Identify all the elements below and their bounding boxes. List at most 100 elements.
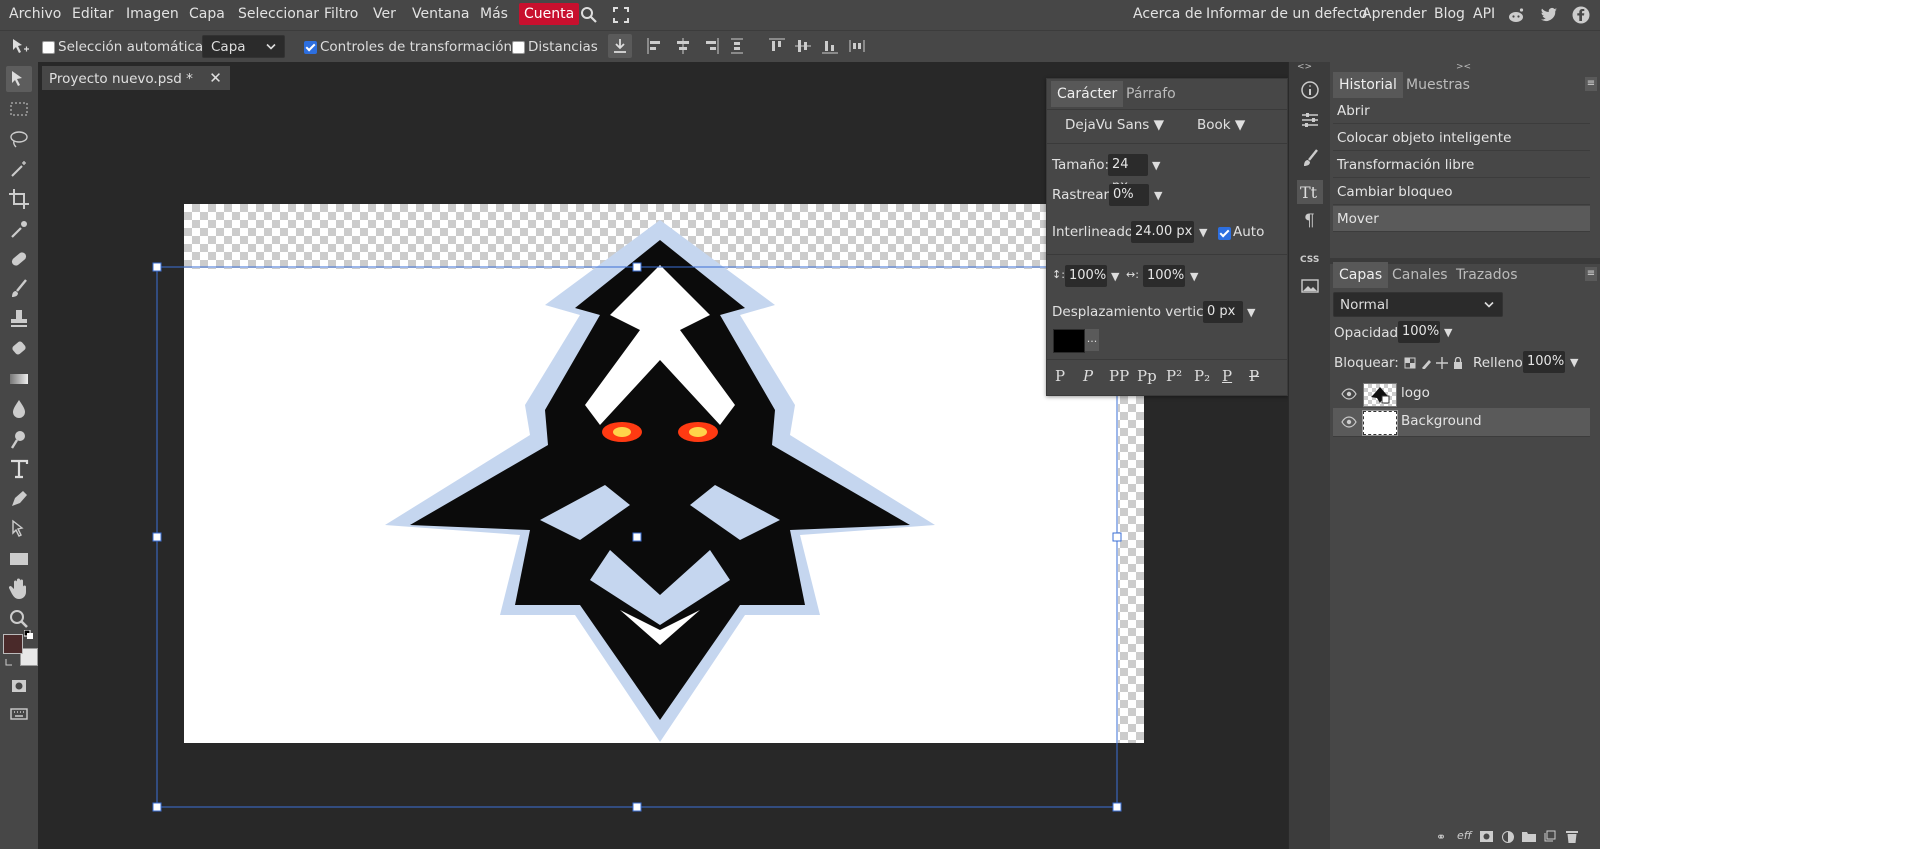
menu-ver[interactable]: Ver [373, 0, 396, 30]
close-icon[interactable]: ✕ [209, 69, 222, 87]
new-layer-icon[interactable] [1544, 830, 1556, 842]
facebook-icon[interactable] [1572, 6, 1590, 24]
layers-menu-icon[interactable]: ≡ [1585, 267, 1597, 281]
tracking-input[interactable]: 0% [1109, 184, 1149, 206]
auto-select-checkbox[interactable] [42, 41, 55, 54]
link-acerca-de[interactable]: Acerca de [1133, 0, 1202, 30]
opacity-input[interactable]: 100% [1398, 321, 1440, 343]
path-selection-tool-button[interactable] [6, 516, 32, 542]
paragraph-panel-button[interactable]: ¶ [1297, 208, 1323, 232]
horizontal-scale-input[interactable]: 100% [1143, 265, 1185, 287]
history-item[interactable]: Abrir [1333, 98, 1590, 124]
leading-dropdown-icon[interactable]: ▼ [1199, 226, 1207, 239]
distribute-horizontal-icon[interactable] [728, 37, 746, 55]
tab-muestras[interactable]: Muestras [1400, 72, 1476, 98]
keyboard-button[interactable] [6, 702, 32, 722]
magic-wand-tool-button[interactable] [6, 156, 32, 182]
tab-parrafo[interactable]: Párrafo [1120, 81, 1182, 107]
link-informar-defecto[interactable]: Informar de un defecto [1206, 0, 1367, 30]
new-folder-icon[interactable] [1522, 831, 1536, 842]
tracking-dropdown-icon[interactable]: ▼ [1154, 189, 1162, 202]
menu-ventana[interactable]: Ventana [412, 0, 470, 30]
blur-tool-button[interactable] [6, 396, 32, 422]
layer-effects-icon[interactable]: eff [1457, 829, 1472, 842]
transform-bounding-box[interactable] [150, 260, 1130, 820]
dodge-tool-button[interactable] [6, 426, 32, 452]
baseline-shift-input[interactable]: 0 px [1203, 301, 1243, 323]
reddit-icon[interactable] [1507, 6, 1525, 24]
strikethrough-button[interactable]: P [1249, 367, 1259, 385]
expand-panels-icon[interactable]: >< [1456, 62, 1471, 72]
css-panel-button[interactable]: CSS [1297, 246, 1323, 270]
superscript-button[interactable]: P² [1166, 367, 1182, 385]
menu-archivo[interactable]: Archivo [9, 0, 61, 30]
distances-checkbox[interactable] [512, 41, 525, 54]
subscript-button[interactable]: P₂ [1194, 367, 1210, 385]
link-layers-icon[interactable]: ⚭ [1436, 830, 1446, 844]
align-right-edges-icon[interactable] [702, 37, 720, 55]
clone-stamp-tool-button[interactable] [6, 306, 32, 332]
brush-tool-button[interactable] [6, 276, 32, 302]
small-caps-button[interactable]: Pp [1137, 367, 1157, 385]
fill-input[interactable]: 100% [1523, 351, 1565, 373]
align-horizontal-centers-icon[interactable] [674, 37, 692, 55]
leading-auto-checkbox[interactable] [1218, 227, 1231, 240]
twitter-icon[interactable] [1540, 6, 1558, 24]
auto-select-target-dropdown[interactable]: Capa [202, 35, 285, 58]
vertical-scale-input[interactable]: 100% [1065, 265, 1107, 287]
marquee-tool-button[interactable] [6, 96, 32, 122]
lock-transparency-icon[interactable] [1404, 357, 1416, 369]
healing-brush-tool-button[interactable] [6, 246, 32, 272]
leading-input[interactable]: 24.00 px [1131, 221, 1194, 243]
baseline-shift-dropdown-icon[interactable]: ▼ [1247, 306, 1255, 319]
align-left-edges-icon[interactable] [646, 37, 664, 55]
size-input[interactable]: 24 px [1108, 154, 1148, 194]
tab-trazados[interactable]: Trazados [1450, 262, 1524, 288]
align-top-edges-icon[interactable] [768, 37, 786, 55]
menu-editar[interactable]: Editar [72, 0, 113, 30]
lock-position-icon[interactable] [1436, 357, 1448, 369]
eye-icon[interactable] [1341, 388, 1357, 400]
lock-all-icon[interactable] [1452, 356, 1464, 369]
default-colors-icon[interactable] [4, 656, 14, 666]
document-tab[interactable]: Proyecto nuevo.psd * ✕ [42, 66, 230, 90]
menu-imagen[interactable]: Imagen [126, 0, 179, 30]
menu-capa[interactable]: Capa [189, 0, 225, 30]
hand-tool-button[interactable] [6, 576, 32, 602]
menu-mas[interactable]: Más [480, 0, 508, 30]
swap-colors-icon[interactable] [23, 628, 33, 639]
lasso-tool-button[interactable] [6, 126, 32, 152]
transform-controls-checkbox[interactable] [304, 41, 317, 54]
tab-capas[interactable]: Capas [1333, 262, 1389, 288]
eyedropper-tool-button[interactable] [6, 216, 32, 242]
trash-icon[interactable] [1566, 830, 1578, 843]
adjustments-panel-button[interactable] [1297, 108, 1323, 132]
font-family-dropdown[interactable]: DejaVu Sans ▼ [1065, 117, 1164, 133]
foreground-color-swatch[interactable] [3, 634, 23, 654]
pen-tool-button[interactable] [6, 486, 32, 512]
all-caps-button[interactable]: PP [1109, 367, 1129, 385]
info-panel-button[interactable] [1297, 78, 1323, 102]
link-api[interactable]: API [1473, 0, 1495, 30]
underline-button[interactable]: P [1222, 367, 1232, 385]
text-color-swatch[interactable] [1053, 329, 1085, 353]
align-bottom-edges-icon[interactable] [821, 37, 839, 55]
faux-bold-button[interactable]: P [1055, 367, 1065, 385]
link-aprender[interactable]: Aprender [1362, 0, 1427, 30]
history-item[interactable]: Cambiar bloqueo [1333, 179, 1590, 205]
history-item[interactable]: Transformación libre [1333, 152, 1590, 178]
more-options-button[interactable]: ... [1085, 329, 1099, 351]
tab-caracter[interactable]: Carácter [1051, 81, 1124, 107]
type-tool-button[interactable] [6, 456, 32, 482]
download-align-button[interactable] [608, 34, 632, 58]
history-item-selected[interactable]: Mover [1333, 206, 1590, 232]
layer-row-logo[interactable]: logo [1333, 380, 1590, 409]
brush-panel-button[interactable] [1297, 146, 1323, 170]
eraser-tool-button[interactable] [6, 336, 32, 362]
search-icon[interactable] [580, 6, 598, 24]
lock-pixels-icon[interactable] [1420, 357, 1432, 370]
blend-mode-dropdown[interactable]: Normal [1333, 292, 1503, 317]
collapse-panels-icon[interactable]: <> [1297, 62, 1312, 72]
layer-row-background[interactable]: Background [1333, 408, 1590, 437]
distribute-vertical-icon[interactable] [848, 37, 866, 55]
